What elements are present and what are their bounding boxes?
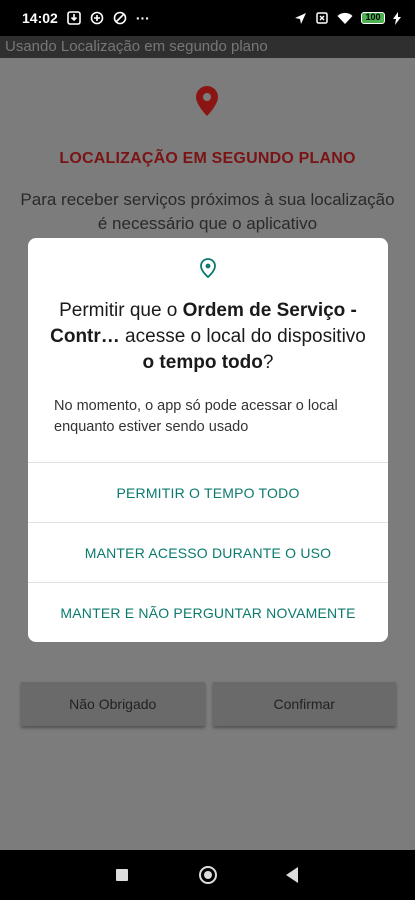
decline-button[interactable]: Não Obrigado (21, 682, 205, 726)
wifi-icon (337, 12, 353, 25)
confirm-button[interactable]: Confirmar (212, 682, 396, 726)
dialog-title-prefix: Permitir que o (59, 300, 183, 321)
status-time: 14:02 (22, 10, 58, 26)
recents-icon[interactable] (116, 869, 128, 881)
app-bar-title: Usando Localização em segundo plano (0, 36, 415, 58)
dialog-title-middle: acesse o local do dispositivo (119, 326, 366, 347)
battery-level: 100 (365, 12, 381, 22)
background-heading: LOCALIZAÇÃO EM SEGUNDO PLANO (59, 150, 356, 167)
keep-while-using-button[interactable]: MANTER ACESSO DURANTE O USO (28, 522, 388, 582)
back-icon[interactable] (286, 867, 298, 883)
status-bar: 14:02 ··· 100 (0, 0, 415, 36)
permission-dialog: Permitir que o Ordem de Serviço - Contr…… (28, 238, 388, 642)
location-outline-icon (200, 258, 216, 283)
download-notification-icon (67, 11, 81, 25)
background-button-row: Não Obrigado Confirmar (21, 682, 396, 726)
battery-icon: 100 (361, 12, 385, 24)
sync-notification-icon (113, 11, 127, 25)
dialog-title-emphasis: o tempo todo (142, 352, 263, 373)
navigation-bar (0, 850, 415, 900)
background-description: Para receber serviços próximos à sua loc… (20, 190, 395, 233)
keep-and-dont-ask-button[interactable]: MANTER E NÃO PERGUNTAR NOVAMENTE (28, 582, 388, 642)
home-icon[interactable] (199, 866, 217, 884)
charging-icon (393, 11, 401, 25)
dialog-title-suffix: ? (262, 352, 274, 373)
allow-all-the-time-button[interactable]: PERMITIR O TEMPO TODO (28, 462, 388, 522)
dialog-title: Permitir que o Ordem de Serviço - Contr…… (48, 298, 368, 376)
app-notification-icon (90, 11, 104, 25)
dialog-message: No momento, o app só pode acessar o loca… (54, 398, 338, 435)
more-notifications-icon: ··· (135, 10, 150, 26)
location-pin-icon (196, 86, 218, 121)
sim-icon (315, 11, 329, 25)
location-arrow-icon (294, 12, 307, 25)
dialog-actions: PERMITIR O TEMPO TODO MANTER ACESSO DURA… (28, 462, 388, 642)
